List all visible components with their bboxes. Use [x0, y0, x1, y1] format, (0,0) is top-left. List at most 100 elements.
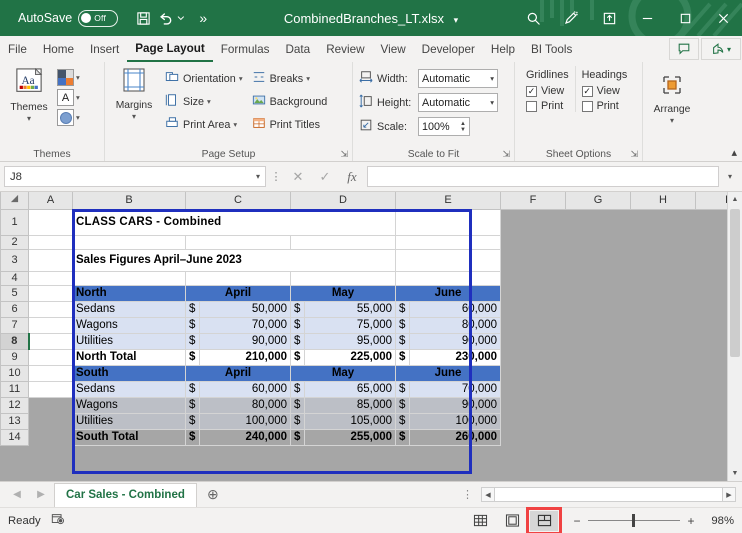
tab-insert[interactable]: Insert [82, 36, 127, 62]
cell-C11-value[interactable]: 60,000 [200, 381, 291, 397]
cell-H13[interactable] [631, 413, 696, 429]
cell-I8[interactable] [696, 333, 727, 349]
chevron-down-icon[interactable]: ▾ [27, 114, 31, 123]
cell-C10-april[interactable]: April [186, 365, 291, 381]
row-header-6[interactable]: 6 [1, 301, 29, 317]
cell-C14-currency[interactable]: $ [186, 429, 200, 445]
cell-B1-title[interactable]: CLASS CARS - Combined [73, 209, 396, 235]
vertical-scroll-thumb[interactable] [730, 209, 740, 357]
tab-bi-tools[interactable]: BI Tools [523, 36, 580, 62]
ribbon-display-options-icon[interactable] [590, 0, 628, 36]
cell-D12-currency[interactable]: $ [291, 397, 305, 413]
cell-F9[interactable] [501, 349, 566, 365]
cell-C9-value[interactable]: 210,000 [200, 349, 291, 365]
chevron-down-icon[interactable]: ▾ [306, 74, 310, 83]
cell-E5-june[interactable]: June [396, 285, 501, 301]
cell-E12-currency[interactable]: $ [396, 397, 410, 413]
cell-B7-wagons[interactable]: Wagons [73, 317, 186, 333]
chevron-down-icon[interactable]: ▾ [239, 74, 243, 83]
scroll-up-icon[interactable]: ▲ [728, 192, 742, 207]
gridlines-view-checkbox[interactable]: ✓ View [526, 85, 569, 97]
save-icon[interactable] [130, 5, 156, 31]
cell-D11-currency[interactable]: $ [291, 381, 305, 397]
chevron-down-icon[interactable]: ▾ [722, 172, 738, 181]
sheet-tab-car-sales-combined[interactable]: Car Sales - Combined [54, 483, 197, 507]
cell-A2[interactable] [29, 235, 73, 249]
chevron-down-icon[interactable]: ▾ [727, 45, 731, 54]
cell-E2[interactable] [396, 235, 501, 249]
column-header-A[interactable]: A [29, 192, 73, 209]
cell-E7-currency[interactable]: $ [396, 317, 410, 333]
page-break-preview-icon[interactable] [530, 511, 558, 531]
cell-D10-may[interactable]: May [291, 365, 396, 381]
cell-B12-wagons[interactable]: Wagons [73, 397, 186, 413]
cell-B3-subtitle[interactable]: Sales Figures April–June 2023 [73, 249, 396, 271]
row-header-11[interactable]: 11 [1, 381, 29, 397]
cell-B11-sedans[interactable]: Sedans [73, 381, 186, 397]
cell-G10[interactable] [566, 365, 631, 381]
cell-E3[interactable] [396, 249, 501, 271]
scroll-left-icon[interactable]: ◀ [481, 487, 495, 502]
row-header-1[interactable]: 1 [1, 209, 29, 235]
cell-A12[interactable] [29, 397, 73, 413]
chevron-down-icon[interactable]: ▾ [490, 74, 494, 83]
minimize-icon[interactable] [628, 0, 666, 36]
cell-D14-value[interactable]: 255,000 [305, 429, 396, 445]
cell-C5-april[interactable]: April [186, 285, 291, 301]
cell-I12[interactable] [696, 397, 727, 413]
cell-E9-value[interactable]: 230,000 [410, 349, 501, 365]
chevron-down-icon[interactable]: ▾ [76, 93, 80, 102]
arrange-button[interactable]: Arrange ▾ [648, 70, 696, 125]
chevron-up-icon[interactable]: ▴ [731, 146, 737, 159]
tab-formulas[interactable]: Formulas [213, 36, 278, 62]
cell-E6-value[interactable]: 60,000 [410, 301, 501, 317]
cell-F11[interactable] [501, 381, 566, 397]
formula-input[interactable] [367, 166, 719, 187]
print-titles-button[interactable]: Print Titles [249, 114, 330, 135]
cell-G12[interactable] [566, 397, 631, 413]
cell-A7[interactable] [29, 317, 73, 333]
horizontal-scrollbar[interactable]: ◀ ▶ [481, 487, 736, 502]
cell-F10[interactable] [501, 365, 566, 381]
cell-A4[interactable] [29, 271, 73, 285]
cell-I14[interactable] [696, 429, 727, 445]
chevron-down-icon[interactable]: ▾ [256, 172, 260, 181]
cell-D7-value[interactable]: 75,000 [305, 317, 396, 333]
cell-I7[interactable] [696, 317, 727, 333]
cell-I10[interactable] [696, 365, 727, 381]
cell-H12[interactable] [631, 397, 696, 413]
cell-D11-value[interactable]: 65,000 [305, 381, 396, 397]
cell-D2[interactable] [291, 235, 396, 249]
cell-H6[interactable] [631, 301, 696, 317]
enter-check-icon[interactable]: ✓ [313, 169, 337, 185]
cell-C6-value[interactable]: 50,000 [200, 301, 291, 317]
search-icon[interactable] [514, 0, 552, 36]
column-header-B[interactable]: B [73, 192, 186, 209]
cell-H11[interactable] [631, 381, 696, 397]
comment-icon[interactable] [669, 38, 699, 60]
cell-D5-may[interactable]: May [291, 285, 396, 301]
tab-page-layout[interactable]: Page Layout [127, 36, 213, 62]
column-header-D[interactable]: D [291, 192, 396, 209]
cell-B14-south-total[interactable]: South Total [73, 429, 186, 445]
cell-G11[interactable] [566, 381, 631, 397]
cell-C13-value[interactable]: 100,000 [200, 413, 291, 429]
vertical-scrollbar[interactable]: ▲ ▼ [727, 192, 742, 481]
cell-E8-value[interactable]: 90,000 [410, 333, 501, 349]
cell-E10-june[interactable]: June [396, 365, 501, 381]
cell-A9[interactable] [29, 349, 73, 365]
chevron-down-icon[interactable]: ▾ [132, 112, 136, 121]
column-header-H[interactable]: H [631, 192, 696, 209]
cell-F1[interactable] [501, 209, 566, 235]
print-area-button[interactable]: Print Area ▾ [162, 114, 245, 135]
cell-H2[interactable] [631, 235, 696, 249]
row-header-14[interactable]: 14 [1, 429, 29, 445]
cell-A3[interactable] [29, 249, 73, 271]
cell-C12-currency[interactable]: $ [186, 397, 200, 413]
cell-C4[interactable] [186, 271, 291, 285]
column-header-I[interactable]: I [696, 192, 727, 209]
cell-H14[interactable] [631, 429, 696, 445]
row-header-12[interactable]: 12 [1, 397, 29, 413]
cell-B6-sedans[interactable]: Sedans [73, 301, 186, 317]
cell-G9[interactable] [566, 349, 631, 365]
